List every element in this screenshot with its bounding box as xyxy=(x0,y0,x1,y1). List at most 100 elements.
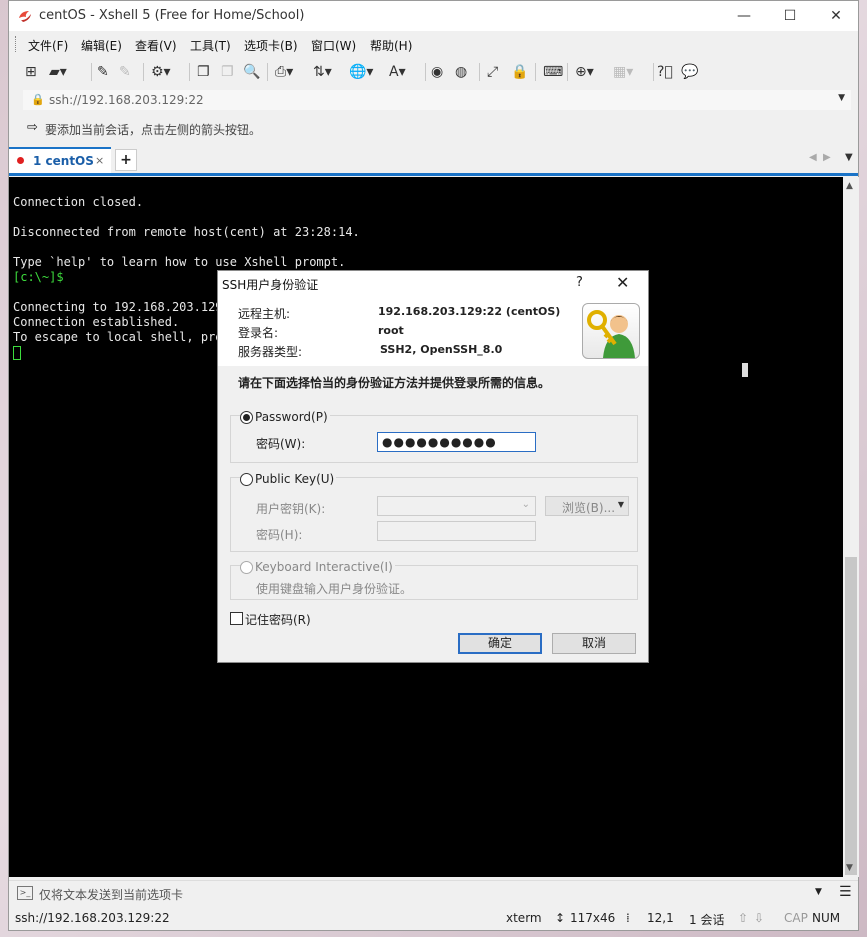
terminal-prompt: [c:\~]$ xyxy=(13,270,64,284)
status-size: 117x46 xyxy=(570,911,616,925)
tab-scroll-right-icon[interactable]: ▶ xyxy=(823,152,831,163)
layout-icon[interactable]: ▦▾ xyxy=(613,62,633,82)
fullscreen-icon[interactable]: ⤢ xyxy=(487,62,498,82)
globe-icon[interactable]: 🌐▾ xyxy=(349,62,373,82)
browse-label: 浏览(B)... xyxy=(562,501,616,515)
tab-scroll-left-icon[interactable]: ◀ xyxy=(809,152,817,163)
password-input[interactable]: ●●●●●●●●●● xyxy=(377,432,536,452)
instruction-text: 请在下面选择恰当的身份验证方法并提供登录所需的信息。 xyxy=(238,376,551,390)
properties-icon[interactable]: ⚙▾ xyxy=(151,62,171,82)
xftp-icon[interactable]: ◉ xyxy=(431,62,443,82)
terminal-line: Connection established. xyxy=(13,315,180,329)
dialog-close-button[interactable]: ✕ xyxy=(616,273,629,292)
remember-password-label[interactable]: 记住密码(R) xyxy=(245,611,311,628)
keyboard-icon[interactable]: ⌨ xyxy=(543,62,563,82)
dialog-header: SSH用户身份验证 ? ✕ 远程主机: 192.168.203.129:22 (… xyxy=(218,271,648,366)
address-field[interactable]: 🔒 ssh://192.168.203.129:22 ▼ xyxy=(23,90,851,110)
scrollbar-thumb[interactable] xyxy=(845,557,857,875)
toolbar-separator xyxy=(189,63,190,81)
lock-icon: 🔒 xyxy=(31,93,45,106)
status-dot-icon xyxy=(17,157,24,164)
font-icon[interactable]: A▾ xyxy=(389,62,406,82)
menu-edit[interactable]: 编辑(E) xyxy=(81,37,122,54)
browse-button[interactable]: 浏览(B)... ▼ xyxy=(545,496,629,516)
script-icon[interactable]: ◍ xyxy=(455,62,467,82)
hamburger-menu-icon[interactable]: ☰ xyxy=(839,884,852,900)
connect-icon[interactable]: ✎ xyxy=(97,62,109,82)
open-folder-icon[interactable]: ▰▾ xyxy=(49,62,67,82)
dialog-title: SSH用户身份验证 xyxy=(222,278,319,292)
tab-list-icon[interactable]: ▼ xyxy=(845,152,853,163)
menu-file[interactable]: 文件(F) xyxy=(28,37,68,54)
user-key-select[interactable]: ⌄ xyxy=(377,496,536,516)
text-caret xyxy=(742,363,748,377)
user-key-label: 用户密钥(K): xyxy=(256,502,326,516)
remote-host-value: 192.168.203.129:22 (centOS) xyxy=(378,305,561,318)
find-icon[interactable]: 🔍 xyxy=(243,62,260,82)
password-option-label[interactable]: Password(P) xyxy=(253,410,330,424)
window-title: centOS - Xshell 5 (Free for Home/School) xyxy=(39,8,305,23)
add-tab-icon[interactable]: ⊕▾ xyxy=(575,62,594,82)
toolbar-separator xyxy=(267,63,268,81)
menu-tools[interactable]: 工具(T) xyxy=(190,37,231,54)
new-session-icon[interactable]: ⊞ xyxy=(25,62,37,82)
server-type-label: 服务器类型: xyxy=(238,345,303,359)
publickey-radio[interactable] xyxy=(240,473,253,486)
cancel-button[interactable]: 取消 xyxy=(552,633,636,654)
arrow-down-icon: ⇩ xyxy=(754,911,765,925)
passphrase-input[interactable] xyxy=(377,521,536,541)
server-type-value: SSH2, OpenSSH_8.0 xyxy=(380,343,503,356)
chevron-down-icon[interactable]: ▼ xyxy=(838,93,845,103)
toolbar-separator xyxy=(91,63,92,81)
chevron-down-icon[interactable]: ▼ xyxy=(815,887,822,897)
lock-icon[interactable]: 🔒 xyxy=(511,62,528,82)
menu-view[interactable]: 查看(V) xyxy=(135,37,177,54)
keyboard-radio[interactable] xyxy=(240,561,253,574)
help-button[interactable]: ? xyxy=(576,275,583,290)
status-bar: ssh://192.168.203.129:22 xterm ↕ 117x46 … xyxy=(9,907,858,929)
remember-password-checkbox[interactable] xyxy=(230,612,243,625)
status-cap: CAP xyxy=(784,911,808,925)
paste-icon[interactable]: ❐ xyxy=(221,62,234,82)
terminal-line: Type `help' to learn how to use Xshell p… xyxy=(13,255,346,269)
terminal-line: Connecting to 192.168.203.129 xyxy=(13,300,223,314)
menu-help[interactable]: 帮助(H) xyxy=(370,37,412,54)
password-radio[interactable] xyxy=(240,411,253,424)
status-terminal-type: xterm xyxy=(506,911,542,925)
add-session-arrow-icon[interactable]: ⇨ xyxy=(27,120,38,135)
menu-window[interactable]: 窗口(W) xyxy=(311,37,356,54)
scroll-down-icon[interactable]: ▼ xyxy=(846,863,853,873)
menu-tabs[interactable]: 选项卡(B) xyxy=(244,37,298,54)
keyboard-option-label[interactable]: Keyboard Interactive(I) xyxy=(253,560,395,574)
login-value: root xyxy=(378,324,404,337)
ok-button[interactable]: 确定 xyxy=(458,633,542,654)
compose-icon[interactable]: >_ xyxy=(17,886,33,900)
help-icon[interactable]: ?⃝ xyxy=(657,62,673,82)
remote-host-label: 远程主机: xyxy=(238,307,291,321)
minimize-button[interactable]: — xyxy=(721,1,767,31)
close-window-button[interactable]: ✕ xyxy=(813,1,859,31)
maximize-button[interactable]: ☐ xyxy=(767,1,813,31)
transfer-icon[interactable]: ⇅▾ xyxy=(313,62,332,82)
scroll-up-icon[interactable]: ▲ xyxy=(846,181,853,191)
status-url: ssh://192.168.203.129:22 xyxy=(15,911,170,925)
tab-underline xyxy=(9,173,858,176)
print-icon[interactable]: ⎙▾ xyxy=(275,62,293,82)
chevron-down-icon: ⌄ xyxy=(521,499,530,510)
tab-bar: 1 centOS × + ◀ ▶ ▼ xyxy=(9,147,858,173)
disconnect-icon[interactable]: ✎ xyxy=(119,62,131,82)
tab-centos[interactable]: 1 centOS × xyxy=(9,147,111,173)
resize-icon: ↕ xyxy=(555,911,566,925)
status-cursor-pos: 12,1 xyxy=(647,911,674,925)
publickey-option-label[interactable]: Public Key(U) xyxy=(253,472,337,486)
toolbar-separator xyxy=(479,63,480,81)
passphrase-label: 密码(H): xyxy=(256,528,303,542)
chevron-down-icon: ▼ xyxy=(617,500,624,509)
terminal-line: Disconnected from remote host(cent) at 2… xyxy=(13,225,360,239)
new-tab-button[interactable]: + xyxy=(115,149,137,171)
terminal-scrollbar[interactable]: ▲ ▼ xyxy=(843,177,859,877)
compose-target[interactable]: 仅将文本发送到当前选项卡 xyxy=(39,886,183,903)
chat-icon[interactable]: 💬 xyxy=(681,62,698,82)
tab-close-icon[interactable]: × xyxy=(95,154,104,167)
copy-icon[interactable]: ❐ xyxy=(197,62,210,82)
